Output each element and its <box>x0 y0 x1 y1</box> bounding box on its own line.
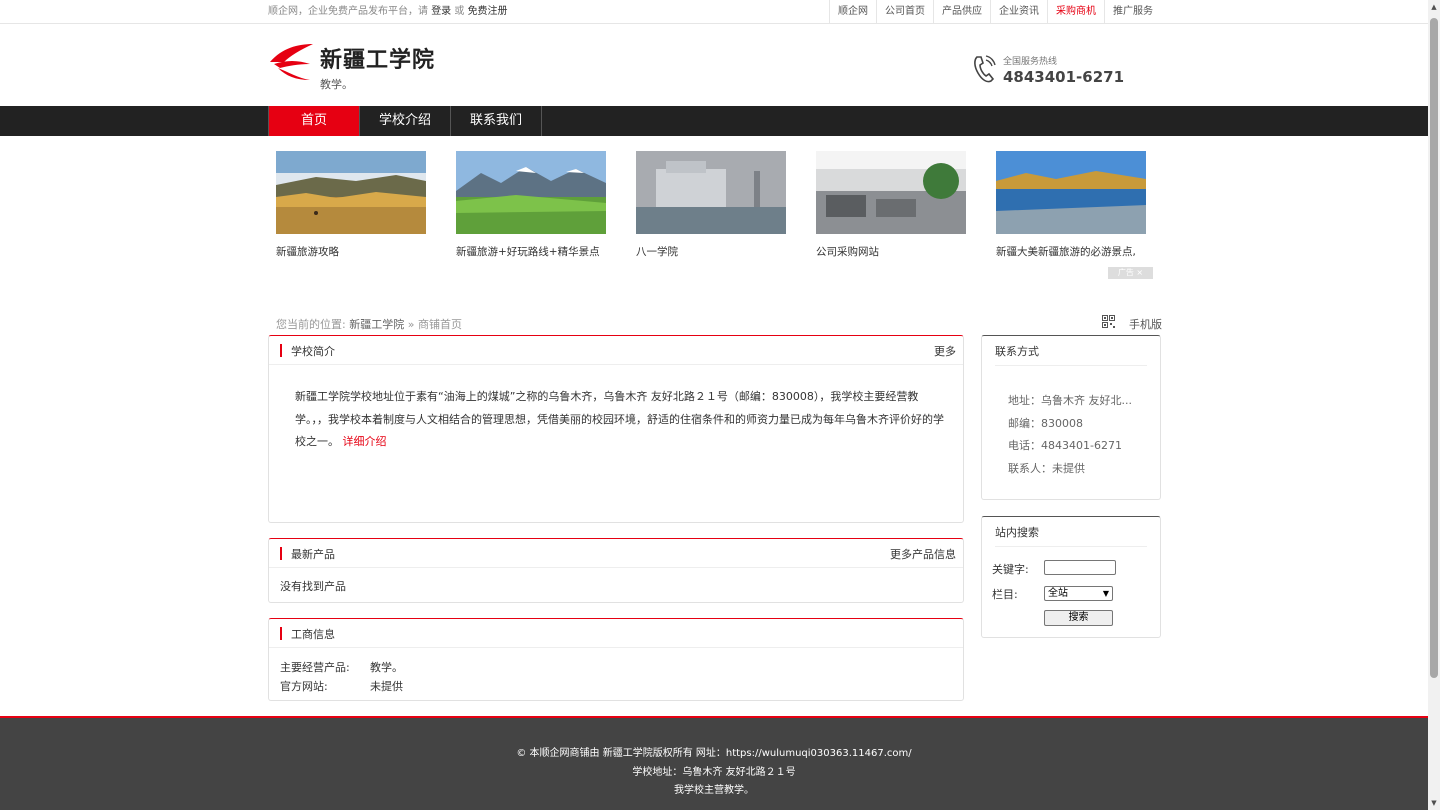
business-key: 主要经营产品: <box>280 661 350 674</box>
contact-person: 联系人：未提供 <box>1008 462 1085 475</box>
top-link-purchase[interactable]: 采购商机 <box>1047 0 1104 24</box>
contact-phone: 电话：4843401-6271 <box>1008 439 1122 452</box>
ad-caption: 新疆旅游+好玩路线+精华景点 <box>456 246 600 258</box>
login-link[interactable]: 登录 <box>431 6 451 17</box>
keyword-input[interactable] <box>1044 560 1116 575</box>
category-selected-value: 全站 <box>1048 588 1068 599</box>
page-scrollbar[interactable]: ▲ ▼ <box>1428 0 1440 810</box>
panel-accent-bar <box>280 627 282 640</box>
intro-text: 新疆工学院学校地址位于素有“油海上的煤城”之称的乌鲁木齐，乌鲁木齐 友好北路２１… <box>295 386 945 454</box>
keyword-label: 关键字: <box>992 563 1029 576</box>
school-intro-panel: 学校简介 更多 新疆工学院学校地址位于素有“油海上的煤城”之称的乌鲁木齐，乌鲁木… <box>268 335 964 523</box>
ad-card-bayi-college[interactable]: 八一学院 <box>636 151 786 259</box>
panel-title: 联系方式 <box>995 345 1039 358</box>
business-value: 教学。 <box>370 661 403 674</box>
panel-title: 站内搜索 <box>995 526 1039 539</box>
panel-title: 最新产品 <box>291 548 335 561</box>
site-search-panel: 站内搜索 关键字: 栏目: 全站 ▼ 搜索 <box>981 516 1161 638</box>
top-bar: 顺企网，企业免费产品发布平台，请 登录 或 免费注册 顺企网 公司首页 产品供应… <box>0 0 1428 24</box>
ad-strip: 新疆旅游攻略 新疆旅游+好玩路线+精华景点 八一学院 公司采购网站 新疆大美新疆… <box>268 136 1161 286</box>
contact-postcode: 邮编：830008 <box>1008 417 1083 430</box>
ad-caption: 新疆旅游攻略 <box>276 246 339 258</box>
ad-badge[interactable]: 广告 × <box>1108 267 1153 279</box>
business-row-products: 主要经营产品: 教学。 <box>280 659 403 675</box>
top-link-news[interactable]: 企业资讯 <box>990 0 1047 24</box>
business-value: 未提供 <box>370 680 403 693</box>
ad-image-green-mountains <box>456 151 606 234</box>
top-link-promotion[interactable]: 推广服务 <box>1104 0 1161 24</box>
ad-caption: 公司采购网站 <box>816 246 879 258</box>
ad-image-office <box>816 151 966 234</box>
site-title: 新疆工学院 <box>320 48 436 73</box>
top-link-shunqi[interactable]: 顺企网 <box>829 0 876 24</box>
top-links: 顺企网 公司首页 产品供应 企业资讯 采购商机 推广服务 <box>829 0 1161 24</box>
footer: © 本顺企网商铺由 新疆工学院版权所有 网址：https://wulumuqi0… <box>0 716 1428 810</box>
ad-card-travel-routes[interactable]: 新疆旅游+好玩路线+精华景点 <box>456 151 606 259</box>
panel-accent-bar <box>280 547 282 560</box>
ad-image-college-building <box>636 151 786 234</box>
more-products-link[interactable]: 更多产品信息 <box>890 546 956 562</box>
footer-business: 我学校主营教学。 <box>674 785 754 796</box>
ad-image-autumn-landscape <box>276 151 426 234</box>
intro-paragraph: 新疆工学院学校地址位于素有“油海上的煤城”之称的乌鲁木齐，乌鲁木齐 友好北路２１… <box>295 390 944 448</box>
nav-school-intro[interactable]: 学校介绍 <box>360 106 451 136</box>
breadcrumb-current: 商铺首页 <box>417 318 462 331</box>
contact-panel: 联系方式 地址：乌鲁木齐 友好北... 邮编：830008 电话：4843401… <box>981 335 1161 500</box>
scroll-thumb[interactable] <box>1430 18 1438 678</box>
no-products-text: 没有找到产品 <box>280 580 346 593</box>
panel-title: 工商信息 <box>291 628 335 641</box>
hotline-label: 全国服务热线 <box>1003 57 1058 67</box>
category-label: 栏目: <box>992 588 1018 601</box>
footer-copyright: © 本顺企网商铺由 新疆工学院版权所有 网址：https://wulumuqi0… <box>516 748 912 759</box>
panel-title: 学校简介 <box>291 345 335 358</box>
business-row-website: 官方网站: 未提供 <box>280 678 403 694</box>
breadcrumb-school[interactable]: 新疆工学院 <box>349 318 404 331</box>
welcome-text: 顺企网，企业免费产品发布平台，请 <box>268 6 428 17</box>
top-bar-welcome: 顺企网，企业免费产品发布平台，请 登录 或 免费注册 <box>268 0 508 24</box>
ad-card-scenic-spots[interactable]: 新疆大美新疆旅游的必游景点, <box>996 151 1146 259</box>
scroll-down-icon[interactable]: ▼ <box>1428 796 1440 810</box>
contact-address: 地址：乌鲁木齐 友好北... <box>1008 394 1132 407</box>
header: 新疆工学院 教学。 全国服务热线 4843401-6271 <box>268 24 1161 106</box>
logo-icon <box>270 44 313 80</box>
category-select[interactable]: 全站 ▼ <box>1044 586 1113 601</box>
ad-caption: 新疆大美新疆旅游的必游景点, <box>996 246 1136 258</box>
intro-more-link[interactable]: 更多 <box>934 343 956 359</box>
business-key: 官方网站: <box>280 680 328 693</box>
nav-contact[interactable]: 联系我们 <box>451 106 542 136</box>
scroll-up-icon[interactable]: ▲ <box>1428 0 1440 14</box>
phone-icon <box>974 55 996 83</box>
business-info-panel: 工商信息 主要经营产品: 教学。 官方网站: 未提供 <box>268 618 964 701</box>
top-link-company-home[interactable]: 公司首页 <box>876 0 933 24</box>
search-button[interactable]: 搜索 <box>1044 610 1113 626</box>
site-subtitle: 教学。 <box>320 78 353 91</box>
nav-home[interactable]: 首页 <box>269 106 360 136</box>
panel-accent-bar <box>280 344 282 357</box>
main-nav: 首页 学校介绍 联系我们 <box>0 106 1428 136</box>
register-link[interactable]: 免费注册 <box>468 6 508 17</box>
top-link-products[interactable]: 产品供应 <box>933 0 990 24</box>
breadcrumb: 您当前的位置: 新疆工学院 » 商铺首页 <box>276 316 462 332</box>
latest-products-panel: 最新产品 更多产品信息 没有找到产品 <box>268 538 964 603</box>
ad-card-travel-guide[interactable]: 新疆旅游攻略 <box>276 151 426 259</box>
hotline-number: 4843401-6271 <box>1003 68 1125 86</box>
or-text: 或 <box>454 6 465 17</box>
mobile-version-link[interactable]: 手机版 <box>1129 316 1162 332</box>
qr-code-icon[interactable] <box>1102 315 1115 328</box>
breadcrumb-separator: » <box>407 318 415 331</box>
footer-address: 学校地址：乌鲁木齐 友好北路２１号 <box>632 767 796 778</box>
ad-card-purchase-site[interactable]: 公司采购网站 <box>816 151 966 259</box>
breadcrumb-prefix: 您当前的位置: <box>276 318 346 331</box>
chevron-down-icon: ▼ <box>1102 589 1109 598</box>
detail-link[interactable]: 详细介绍 <box>343 435 387 448</box>
ad-caption: 八一学院 <box>636 246 678 258</box>
ad-badge-label: 广告 <box>1117 268 1134 277</box>
ad-image-lake <box>996 151 1146 234</box>
